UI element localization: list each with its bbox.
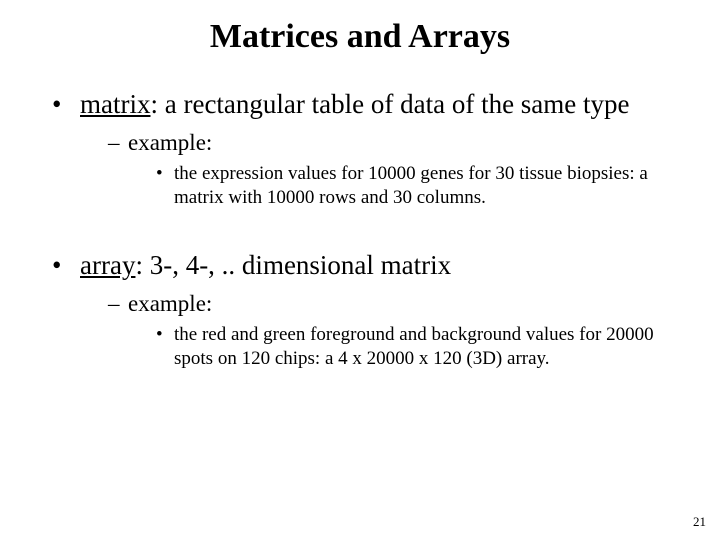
slide-title: Matrices and Arrays <box>30 18 690 56</box>
slide: Matrices and Arrays matrix: a rectangula… <box>0 0 720 540</box>
page-number: 21 <box>693 514 706 530</box>
example-label-text: example: <box>128 291 212 316</box>
example-label-array: example: the red and green foreground an… <box>108 289 690 372</box>
example-text-array: the red and green foreground and backgro… <box>156 323 690 372</box>
example-label-text: example: <box>128 130 212 155</box>
spacer <box>52 219 690 249</box>
bullet-array: array: 3-, 4-, .. dimensional matrix exa… <box>52 249 690 372</box>
term-matrix: matrix <box>80 89 150 119</box>
definition-matrix: : a rectangular table of data of the sam… <box>150 89 629 119</box>
definition-array: : 3-, 4-, .. dimensional matrix <box>135 250 451 280</box>
bullet-matrix: matrix: a rectangular table of data of t… <box>52 88 690 211</box>
bullet-list: matrix: a rectangular table of data of t… <box>30 88 690 372</box>
example-label-matrix: example: the expression values for 10000… <box>108 128 690 211</box>
term-array: array <box>80 250 135 280</box>
example-text-matrix: the expression values for 10000 genes fo… <box>156 162 690 211</box>
